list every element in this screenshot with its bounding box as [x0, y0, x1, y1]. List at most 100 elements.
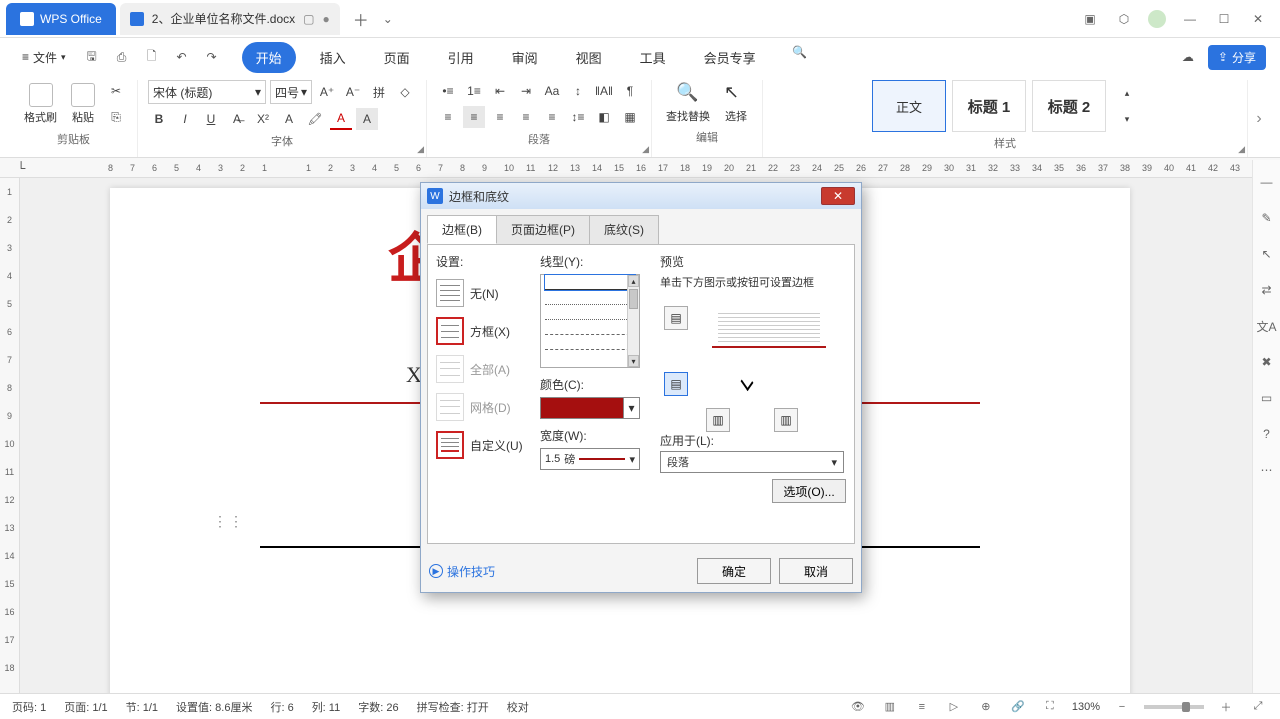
ribbon-overflow-icon[interactable]: › — [1248, 108, 1270, 130]
dialog-titlebar[interactable]: W 边框和底纹 ✕ — [421, 183, 861, 209]
search-icon[interactable]: 🔍 — [790, 42, 810, 62]
view-read-icon[interactable]: ▷ — [944, 697, 964, 717]
bold-icon[interactable]: B — [148, 108, 170, 130]
dialog-close-button[interactable]: ✕ — [821, 187, 855, 205]
change-case-icon[interactable]: Aa — [541, 80, 563, 102]
scroll-down-icon[interactable]: ▾ — [628, 355, 639, 367]
tab-view[interactable]: 视图 — [562, 42, 616, 73]
decrease-indent-icon[interactable]: ⇤ — [489, 80, 511, 102]
borders-icon[interactable]: ▦ — [619, 106, 641, 128]
view-outline-icon[interactable]: ≡ — [912, 697, 932, 717]
tab-overflow-icon[interactable]: ▢ — [303, 12, 314, 26]
tab-vip[interactable]: 会员专享 — [690, 42, 770, 73]
select-button[interactable]: ↖选择 — [720, 80, 752, 126]
tab-reference[interactable]: 引用 — [434, 42, 488, 73]
window-layout-icon[interactable]: ▣ — [1080, 9, 1100, 29]
setting-box[interactable]: 方框(X) — [436, 312, 532, 350]
status-set-value[interactable]: 设置值: 8.6厘米 — [176, 699, 252, 715]
paragraph-drag-handle-icon[interactable]: ⋮⋮ — [213, 513, 245, 530]
tab-menu-dropdown[interactable]: ⌄ — [378, 9, 398, 29]
status-section[interactable]: 节: 1/1 — [126, 699, 158, 715]
font-name-select[interactable]: 宋体 (标题)▾ — [148, 80, 266, 104]
scroll-thumb[interactable] — [629, 289, 638, 309]
line-height-icon[interactable]: ↕≡ — [567, 106, 589, 128]
setting-none[interactable]: 无(N) — [436, 274, 532, 312]
bullets-icon[interactable]: •≡ — [437, 80, 459, 102]
highlight-icon[interactable]: 🖍 — [304, 108, 326, 130]
status-row[interactable]: 行: 6 — [270, 699, 293, 715]
cube-icon[interactable]: ⬡ — [1114, 9, 1134, 29]
dialog-tab-shading[interactable]: 底纹(S) — [589, 215, 659, 244]
sidebar-translate-icon[interactable]: 文A — [1257, 316, 1277, 336]
distribute-icon[interactable]: ≡ — [541, 106, 563, 128]
print-icon[interactable]: ⎙ — [112, 47, 132, 67]
linetype-listbox[interactable]: ▴ ▾ — [540, 274, 640, 368]
cancel-button[interactable]: 取消 — [779, 558, 853, 584]
view-web-icon[interactable]: ⊕ — [976, 697, 996, 717]
status-spell-check[interactable]: 拼写检查: 打开 — [417, 699, 489, 715]
font-dialog-launcher[interactable]: ◢ — [417, 144, 424, 155]
horizontal-ruler[interactable]: └ 87654321123456789101112131415161718192… — [0, 158, 1280, 178]
styles-down-icon[interactable]: ▾ — [1116, 108, 1138, 130]
align-right-icon[interactable]: ≡ — [489, 106, 511, 128]
font-size-select[interactable]: 四号▾ — [270, 80, 312, 104]
line-spacing-icon[interactable]: ‖A‖ — [593, 80, 615, 102]
sort-icon[interactable]: ↕ — [567, 80, 589, 102]
vertical-ruler[interactable]: 123456789101112131415161718 — [0, 178, 20, 693]
status-link-icon[interactable]: 🔗 — [1008, 697, 1028, 717]
undo-icon[interactable]: ↶ — [172, 47, 192, 67]
apply-to-select[interactable]: 段落 ▾ — [660, 451, 844, 473]
tab-page[interactable]: 页面 — [370, 42, 424, 73]
status-page-number[interactable]: 页码: 1 — [12, 699, 46, 715]
tips-link[interactable]: ▶ 操作技巧 — [429, 563, 495, 580]
zoom-slider-thumb[interactable] — [1182, 702, 1190, 712]
sidebar-read-icon[interactable]: ▭ — [1257, 388, 1277, 408]
status-proof[interactable]: 校对 — [507, 699, 529, 715]
setting-all[interactable]: 全部(A) — [436, 350, 532, 388]
tab-tools[interactable]: 工具 — [626, 42, 680, 73]
paragraph-dialog-launcher[interactable]: ◢ — [642, 144, 649, 155]
show-marks-icon[interactable]: ¶ — [619, 80, 641, 102]
clear-format-icon[interactable]: ◇ — [394, 81, 416, 103]
copy-icon[interactable]: ⎘ — [105, 106, 127, 128]
close-button[interactable]: ✕ — [1248, 9, 1268, 29]
zoom-value[interactable]: 130% — [1072, 701, 1100, 713]
save-icon[interactable]: 🖫 — [82, 47, 102, 67]
zoom-in-icon[interactable]: ＋ — [1216, 697, 1236, 717]
maximize-button[interactable]: ☐ — [1214, 9, 1234, 29]
width-select[interactable]: 1.5 磅 ▾ — [540, 448, 640, 470]
color-select[interactable]: ▾ — [540, 397, 640, 419]
shrink-font-icon[interactable]: A⁻ — [342, 81, 364, 103]
status-expand-icon[interactable]: ⤢ — [1248, 697, 1268, 717]
status-word-count[interactable]: 字数: 26 — [358, 699, 398, 715]
status-col[interactable]: 列: 11 — [312, 699, 341, 715]
setting-custom[interactable]: 自定义(U) — [436, 426, 532, 464]
options-button[interactable]: 选项(O)... — [772, 479, 846, 503]
align-center-icon[interactable]: ≡ — [463, 106, 485, 128]
grow-font-icon[interactable]: A⁺ — [316, 81, 338, 103]
styles-up-icon[interactable]: ▴ — [1116, 82, 1138, 104]
user-avatar-icon[interactable] — [1148, 10, 1166, 28]
app-tab[interactable]: WPS Office — [6, 3, 116, 35]
linetype-dotted[interactable] — [545, 290, 635, 305]
tab-insert[interactable]: 插入 — [306, 42, 360, 73]
preview-right-border-button[interactable]: ▥ — [774, 408, 798, 432]
styles-dialog-launcher[interactable]: ◢ — [1238, 144, 1245, 155]
sidebar-minus-icon[interactable]: — — [1257, 172, 1277, 192]
sidebar-pen-icon[interactable]: ✎ — [1257, 208, 1277, 228]
tab-review[interactable]: 审阅 — [498, 42, 552, 73]
dialog-tab-page-border[interactable]: 页面边框(P) — [496, 215, 590, 244]
file-menu[interactable]: ≡ 文件 ▾ — [14, 45, 74, 70]
increase-indent-icon[interactable]: ⇥ — [515, 80, 537, 102]
format-painter-button[interactable]: 格式刷 — [20, 81, 61, 127]
dialog-tab-border[interactable]: 边框(B) — [427, 215, 497, 244]
sidebar-help-icon[interactable]: ? — [1257, 424, 1277, 444]
linetype-dotted-fine[interactable] — [545, 305, 635, 320]
justify-icon[interactable]: ≡ — [515, 106, 537, 128]
status-fit-icon[interactable]: ⛶ — [1040, 697, 1060, 717]
text-effects-icon[interactable]: A — [278, 108, 300, 130]
font-color-icon[interactable]: A — [330, 108, 352, 130]
setting-grid[interactable]: 网格(D) — [436, 388, 532, 426]
tab-selector-icon[interactable]: └ — [14, 157, 28, 179]
redo-icon[interactable]: ↷ — [202, 47, 222, 67]
